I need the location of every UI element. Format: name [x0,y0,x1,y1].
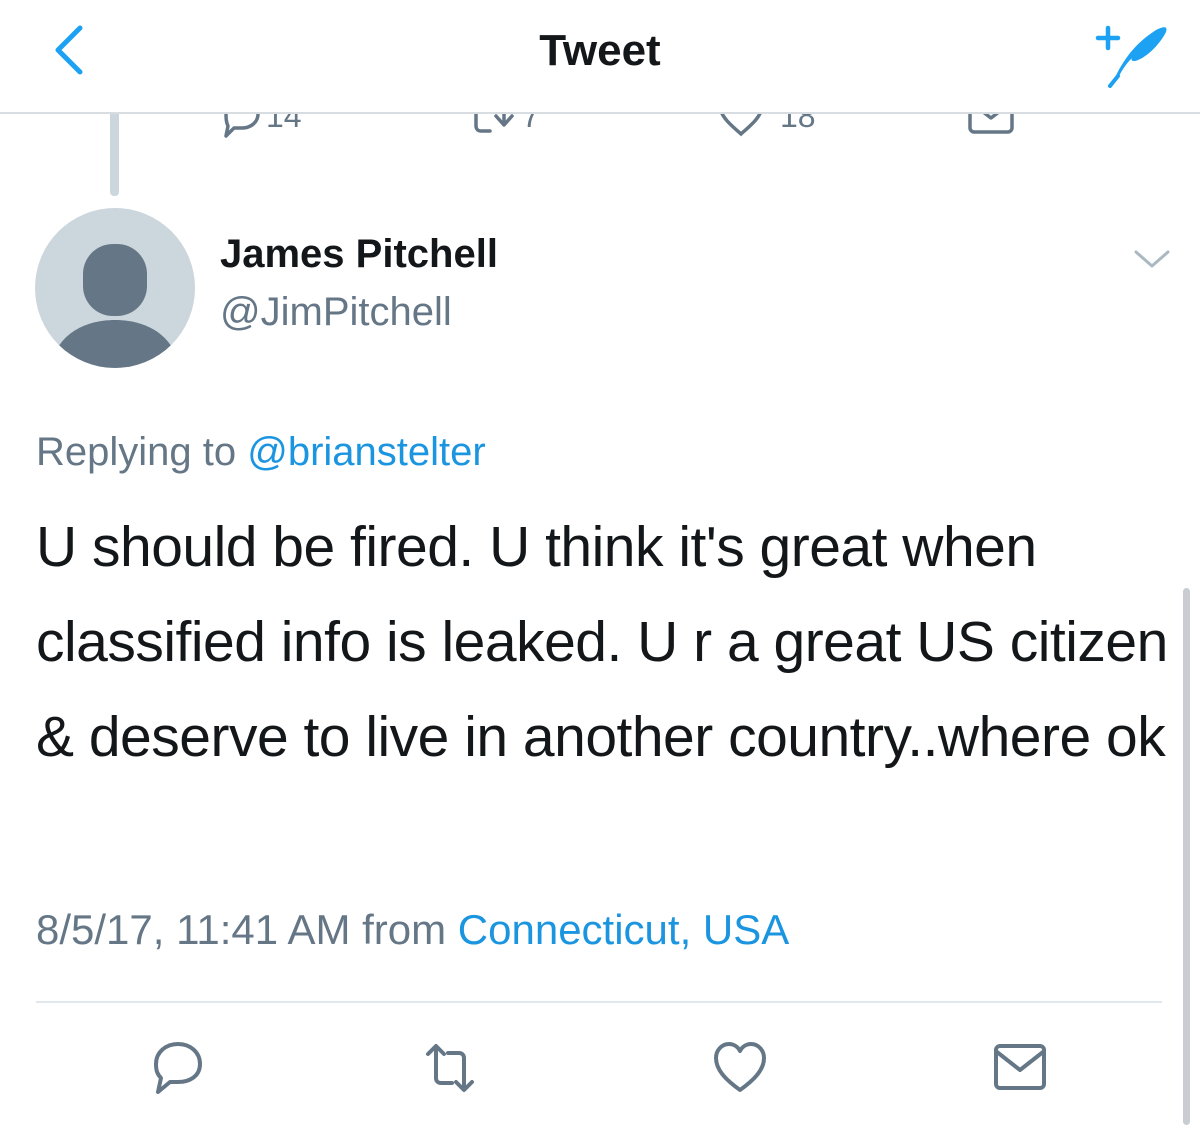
envelope-icon [994,1044,1046,1090]
retweet-icon [426,1044,474,1092]
replying-to-line: Replying to @brianstelter [36,430,486,475]
reply-icon [154,1042,202,1094]
compose-tweet-button[interactable] [1088,14,1172,88]
heart-icon [719,112,763,137]
tweet-meta: 8/5/17, 11:41 AM from Connecticut, USA [36,906,789,954]
tweet-text: U should be fired. U think it's great wh… [36,515,1168,769]
page-title: Tweet [539,26,661,75]
prev-share-button[interactable] [966,112,1016,147]
reply-button[interactable] [150,1040,206,1101]
compose-tweet-icon [1095,25,1167,88]
like-button[interactable] [712,1040,768,1101]
replying-to-prefix: Replying to [36,430,237,474]
author-handle[interactable]: @JimPitchell [220,290,452,335]
from-prefix: from [362,906,447,953]
prev-retweet-count: 7 [522,112,540,134]
previous-tweet-actions: 14 7 18 [0,112,1200,152]
reply-icon [224,112,260,138]
share-button[interactable] [992,1040,1048,1101]
tweet-options-button[interactable] [1130,238,1174,282]
author-name[interactable]: James Pitchell [220,232,498,277]
scrollbar[interactable] [1183,588,1190,1125]
envelope-icon [968,112,1014,134]
retweet-icon [474,112,514,133]
chevron-down-icon [1134,250,1170,268]
divider [36,1001,1162,1003]
avatar[interactable] [35,208,195,368]
prev-like-count: 18 [780,112,816,134]
tweet-timestamp: 8/5/17, 11:41 AM [36,906,351,953]
replying-to-mention[interactable]: @brianstelter [247,430,485,474]
heart-icon [714,1042,766,1092]
tweet-location[interactable]: Connecticut, USA [458,906,790,953]
retweet-button[interactable] [422,1040,478,1101]
default-profile-icon [51,244,179,368]
prev-reply-count: 14 [266,112,302,134]
nav-bar: Tweet [0,0,1200,114]
